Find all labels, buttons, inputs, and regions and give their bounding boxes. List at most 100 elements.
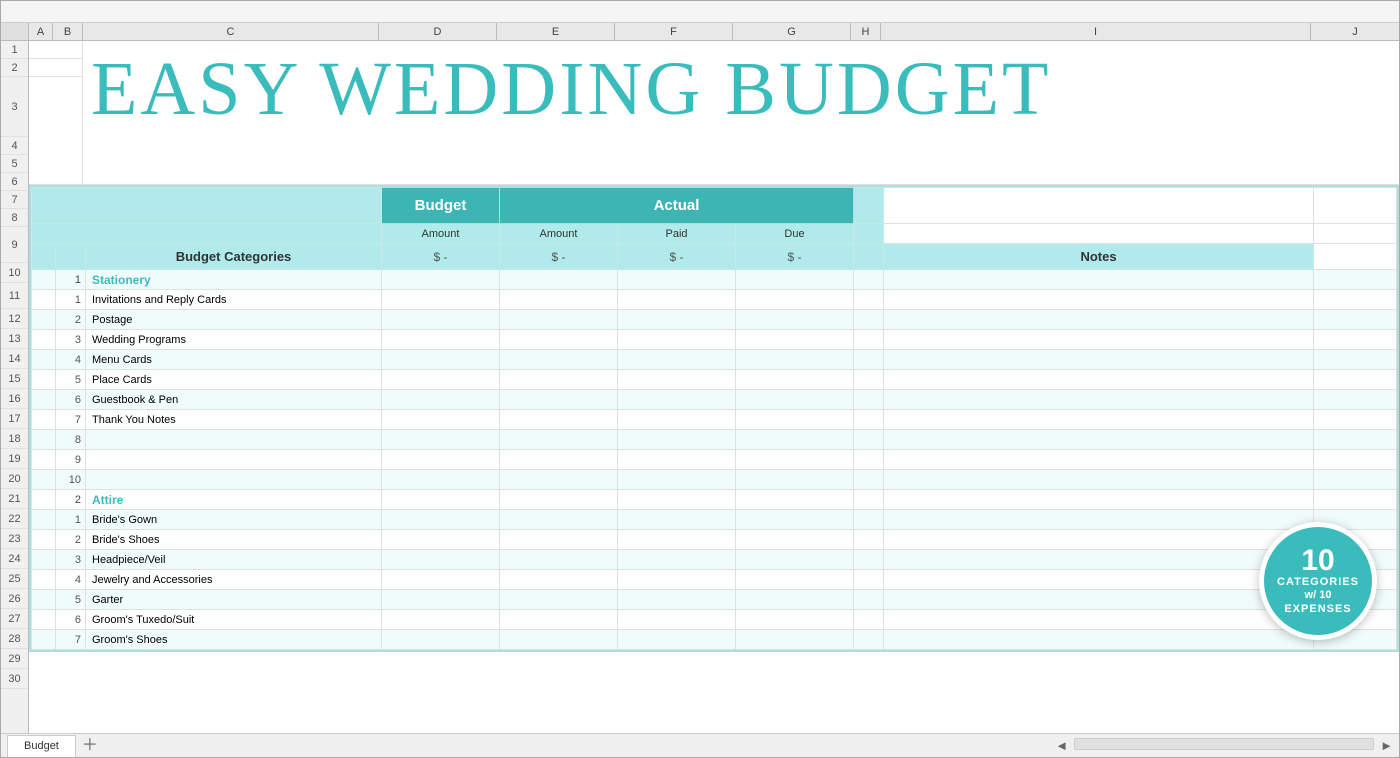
col-header-a[interactable]: A: [29, 23, 53, 40]
col-header-f[interactable]: F: [615, 23, 733, 40]
row-num-29: 29: [1, 649, 28, 669]
app-wrapper: A B C D E F G H I J 1 2 3 4 5 6 7 8 9 10…: [0, 0, 1400, 758]
row-num-5: 5: [1, 155, 28, 173]
item-menu-cards: 4 Menu Cards: [32, 350, 1397, 370]
header-row-3: Budget Categories $ - $ - $ - $ - Notes: [32, 244, 1397, 270]
item-brides-shoes: 2 Bride's Shoes: [32, 530, 1397, 550]
actual-dollar-dash-1: $ -: [500, 244, 618, 270]
item-blank-8: 8: [32, 430, 1397, 450]
item-postage: 2 Postage: [32, 310, 1397, 330]
row-num-28: 28: [1, 629, 28, 649]
row-num-2: 2: [1, 59, 28, 77]
page-title: EASY WEDDING BUDGET: [91, 51, 1051, 127]
item-garter: 5 Garter: [32, 590, 1397, 610]
main-content: EASY WEDDING BUDGET: [29, 41, 1399, 733]
scroll-controls: ◄ ►: [1055, 738, 1393, 753]
col-header-h[interactable]: H: [851, 23, 881, 40]
row-num-14: 14: [1, 349, 28, 369]
item-groom-shoes: 7 Groom's Shoes: [32, 630, 1397, 650]
row-num-11: 11: [1, 283, 28, 309]
scroll-bar[interactable]: [1074, 738, 1374, 750]
item-thank-you: 7 Thank You Notes: [32, 410, 1397, 430]
row-num-10: 10: [1, 263, 28, 283]
col-header-b[interactable]: B: [53, 23, 83, 40]
row-num-19: 19: [1, 449, 28, 469]
cat-num-stationery: 1: [56, 270, 86, 290]
scroll-right-icon[interactable]: ►: [1380, 738, 1393, 753]
budget-header-cell: Budget: [382, 188, 500, 224]
row-num-26: 26: [1, 589, 28, 609]
column-headers-row: A B C D E F G H I J: [1, 23, 1399, 41]
budget-categories-header: Budget Categories: [86, 244, 382, 270]
row-num-9: 9: [1, 227, 28, 263]
actual-header-cell: Actual: [500, 188, 854, 224]
badge-categories-label: CATEGORIES: [1277, 576, 1359, 589]
badge-expenses-label: EXPENSES: [1284, 603, 1351, 616]
budget-table-wrapper: Budget Actual Amount Amount Paid Due: [29, 185, 1399, 652]
item-invitations: 1 Invitations and Reply Cards: [32, 290, 1397, 310]
row-num-27: 27: [1, 609, 28, 629]
row-num-16: 16: [1, 389, 28, 409]
category-attire: 2 Attire: [32, 490, 1397, 510]
row-num-12: 12: [1, 309, 28, 329]
title-cell: EASY WEDDING BUDGET: [83, 41, 1399, 184]
sheet-tab-budget[interactable]: Budget: [7, 735, 76, 757]
bottom-bar: Budget ＋ ◄ ►: [1, 733, 1399, 757]
item-brides-gown: 1 Bride's Gown: [32, 510, 1397, 530]
row-num-7: 7: [1, 191, 28, 209]
corner-cell: [1, 23, 29, 40]
row-num-3: 3: [1, 77, 28, 137]
row-num-1: 1: [1, 41, 28, 59]
item-blank-9: 9: [32, 450, 1397, 470]
budget-table: Budget Actual Amount Amount Paid Due: [31, 187, 1397, 650]
row-num-20: 20: [1, 469, 28, 489]
actual-due-header: Due: [736, 224, 854, 244]
row-numbers-column: 1 2 3 4 5 6 7 8 9 10 11 12 13 14 15 16 1…: [1, 41, 29, 733]
item-blank-10: 10: [32, 470, 1397, 490]
row-num-8: 8: [1, 209, 28, 227]
actual-amount-header: Amount: [500, 224, 618, 244]
badge-number: 10: [1301, 546, 1334, 576]
col-header-c[interactable]: C: [83, 23, 379, 40]
actual-paid-header: Paid: [618, 224, 736, 244]
col-header-g[interactable]: G: [733, 23, 851, 40]
row-num-30: 30: [1, 669, 28, 689]
header-row-1: Budget Actual: [32, 188, 1397, 224]
row-num-13: 13: [1, 329, 28, 349]
item-guestbook: 6 Guestbook & Pen: [32, 390, 1397, 410]
row-num-23: 23: [1, 529, 28, 549]
col-header-e[interactable]: E: [497, 23, 615, 40]
toolbar: [1, 1, 1399, 23]
item-groom-tuxedo: 6 Groom's Tuxedo/Suit: [32, 610, 1397, 630]
budget-dollar-dash: $ -: [382, 244, 500, 270]
row-num-18: 18: [1, 429, 28, 449]
item-headpiece: 3 Headpiece/Veil: [32, 550, 1397, 570]
item-place-cards: 5 Place Cards: [32, 370, 1397, 390]
category-stationery: 1 Stationery: [32, 270, 1397, 290]
row-num-25: 25: [1, 569, 28, 589]
col-header-i[interactable]: I: [881, 23, 1311, 40]
item-programs: 3 Wedding Programs: [32, 330, 1397, 350]
notes-header: Notes: [884, 244, 1314, 270]
row-num-21: 21: [1, 489, 28, 509]
item-jewelry: 4 Jewelry and Accessories: [32, 570, 1397, 590]
badge-w-label: w/ 10: [1305, 589, 1332, 602]
row-num-17: 17: [1, 409, 28, 429]
col-header-j[interactable]: J: [1311, 23, 1399, 40]
title-section: EASY WEDDING BUDGET: [29, 41, 1399, 185]
add-sheet-button[interactable]: ＋: [82, 738, 98, 754]
budget-amount-header: Amount: [382, 224, 500, 244]
col-header-d[interactable]: D: [379, 23, 497, 40]
badge: 10 CATEGORIES w/ 10 EXPENSES: [1259, 522, 1377, 640]
row-num-24: 24: [1, 549, 28, 569]
header-row-2: Amount Amount Paid Due: [32, 224, 1397, 244]
row-num-4: 4: [1, 137, 28, 155]
actual-dollar-dash-2: $ -: [618, 244, 736, 270]
row-num-15: 15: [1, 369, 28, 389]
row-num-6: 6: [1, 173, 28, 191]
sheet-body: 1 2 3 4 5 6 7 8 9 10 11 12 13 14 15 16 1…: [1, 41, 1399, 733]
actual-dollar-dash-3: $ -: [736, 244, 854, 270]
cat-name-stationery: Stationery: [86, 270, 382, 290]
row-num-22: 22: [1, 509, 28, 529]
scroll-left-icon[interactable]: ◄: [1055, 738, 1068, 753]
